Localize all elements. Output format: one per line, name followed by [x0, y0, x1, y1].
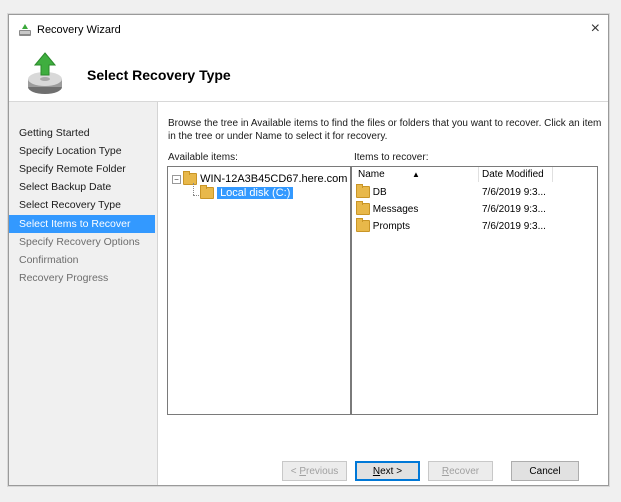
list-item[interactable]: Prompts 7/6/2019 9:3... [352, 218, 595, 235]
tree-connector [193, 183, 194, 195]
column-header-date[interactable]: Date Modified [478, 167, 553, 182]
list-item[interactable]: DB 7/6/2019 9:3... [352, 184, 595, 201]
recovery-wizard-icon [19, 24, 31, 36]
tree-node-server[interactable]: − WIN-12A3B45CD67.here.com [172, 171, 348, 186]
recovery-wizard-window: Recovery Wizard × Select Recovery Type G… [8, 14, 609, 486]
collapse-icon[interactable]: − [172, 174, 181, 184]
items-to-recover-list[interactable]: Name ▲ Date Modified DB 7/6/2019 9:3... … [351, 166, 598, 415]
item-date: 7/6/2019 9:3... [482, 221, 546, 232]
folder-icon [356, 218, 370, 233]
title-bar: Recovery Wizard × [9, 15, 608, 45]
folder-icon [356, 184, 370, 199]
tree-node-server-label: WIN-12A3B45CD67.here.com [200, 173, 348, 185]
item-name: Messages [372, 204, 419, 215]
close-icon[interactable]: × [591, 20, 600, 38]
next-button[interactable]: Next > [355, 461, 420, 481]
window-title: Recovery Wizard [37, 24, 121, 36]
recover-button[interactable]: Recover [428, 461, 493, 481]
page-heading: Select Recovery Type [87, 67, 231, 83]
sort-ascending-icon: ▲ [412, 170, 420, 179]
step-recovery-progress: Recovery Progress [19, 272, 109, 284]
server-folder-icon [183, 171, 197, 186]
step-select-recovery-type[interactable]: Select Recovery Type [9, 196, 155, 214]
wizard-header: Select Recovery Type [9, 45, 608, 102]
item-date: 7/6/2019 9:3... [482, 187, 546, 198]
previous-button[interactable]: < Previous [282, 461, 347, 481]
list-item[interactable]: Messages 7/6/2019 9:3... [352, 201, 595, 218]
step-select-backup-date[interactable]: Select Backup Date [9, 178, 155, 196]
step-specify-remote-folder[interactable]: Specify Remote Folder [9, 160, 155, 178]
recovery-disk-icon [28, 52, 62, 94]
available-items-label: Available items: [168, 152, 238, 163]
instructions-text: Browse the tree in Available items to fi… [168, 118, 602, 142]
items-to-recover-label: Items to recover: [354, 152, 429, 163]
item-name: DB [372, 187, 387, 198]
wizard-steps-nav: Getting Started Specify Location Type Sp… [9, 102, 158, 485]
step-getting-started[interactable]: Getting Started [9, 124, 155, 142]
step-specify-recovery-options: Specify Recovery Options [19, 236, 140, 248]
tree-node-local-disk-label: Local disk (C:) [217, 187, 294, 199]
available-items-tree[interactable]: − WIN-12A3B45CD67.here.com Local disk (C… [167, 166, 351, 415]
folder-icon [356, 201, 370, 216]
step-confirmation: Confirmation [19, 254, 79, 266]
step-select-items-to-recover[interactable]: Select Items to Recover [9, 215, 155, 233]
column-name-label: Name [358, 169, 385, 180]
wizard-content: Browse the tree in Available items to fi… [158, 102, 608, 485]
step-specify-location-type[interactable]: Specify Location Type [9, 142, 155, 160]
item-name: Prompts [372, 221, 411, 232]
column-header-name[interactable]: Name ▲ [352, 167, 479, 182]
tree-node-local-disk[interactable]: Local disk (C:) [200, 185, 294, 200]
item-date: 7/6/2019 9:3... [482, 204, 546, 215]
disk-folder-icon [200, 185, 214, 200]
cancel-button[interactable]: Cancel [511, 461, 579, 481]
